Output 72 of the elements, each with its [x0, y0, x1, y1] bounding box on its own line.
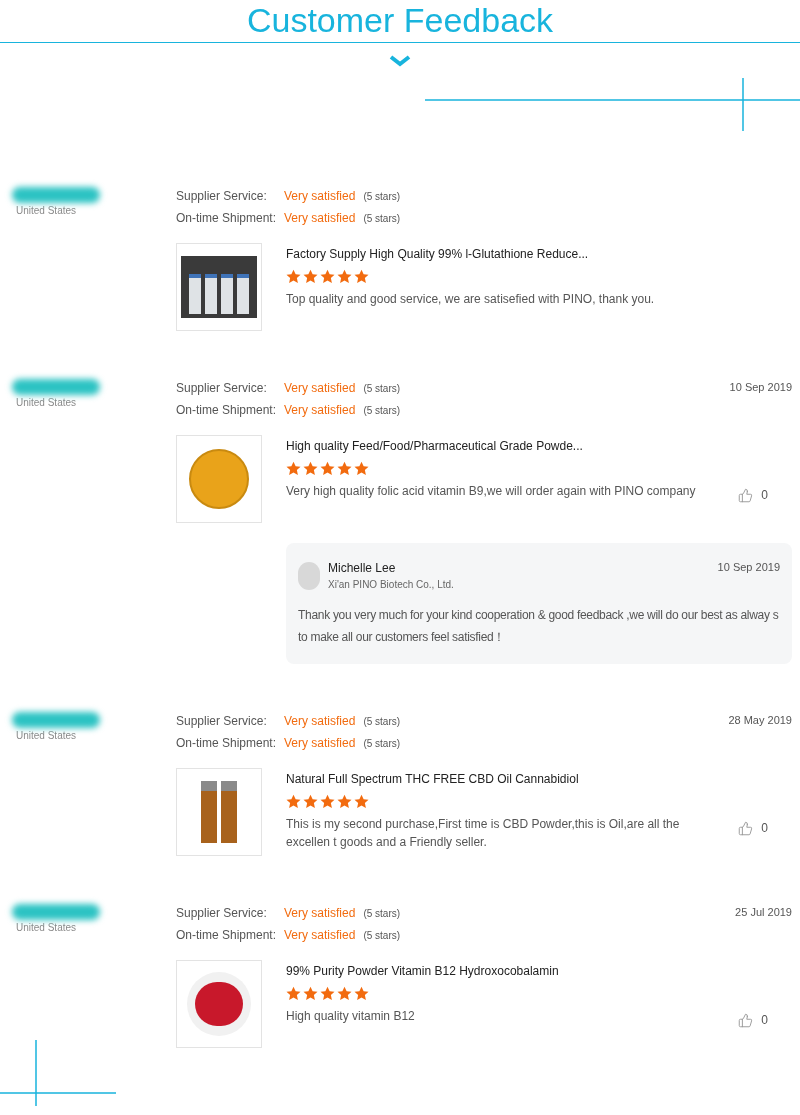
star-icon: [337, 986, 352, 1001]
star-icon: [303, 461, 318, 476]
rating-value: Very satisfied: [284, 735, 356, 752]
customer-country: United States: [15, 396, 78, 410]
star-icon: [286, 461, 301, 476]
star-icon: [337, 269, 352, 284]
rating-note: (5 stars): [363, 907, 401, 921]
review-comment: Very high quality folic acid vitamin B9,we will order again with PINO company: [286, 483, 696, 500]
star-icon: [303, 986, 318, 1001]
rating-value: Very satisfied: [284, 402, 356, 419]
star-icon: [320, 461, 335, 476]
star-icon: [303, 269, 318, 284]
reply-text: Thank you very much for your kind cooperation & good feedback ,we will do our best as alway s to make all our customers feel satisfied！: [298, 607, 780, 646]
rating-note: (5 stars): [363, 190, 401, 204]
reply-company: Xi'an PINO Biotech Co., Ltd.: [328, 578, 454, 592]
page-title: Customer Feedback: [246, 0, 554, 40]
rating-value: Very satisfied: [284, 713, 356, 730]
reply-date: 10 Sep 2019: [717, 560, 780, 575]
avatar: [298, 561, 320, 590]
rating-label: Supplier Service:: [176, 380, 268, 397]
review-comment: Top quality and good service, we are satisefied with PINO, thank you.: [286, 291, 655, 308]
star-icon: [354, 269, 369, 284]
star-icon: [337, 794, 352, 809]
review-date: 25 Jul 2019: [735, 905, 792, 920]
rating-note: (5 stars): [363, 929, 401, 943]
review-date: 28 May 2019: [728, 713, 792, 728]
rating-value: Very satisfied: [284, 905, 356, 922]
like-count: 0: [761, 820, 768, 837]
customer-country: United States: [15, 921, 78, 935]
like-count: 0: [761, 1012, 768, 1029]
rating-label: Supplier Service:: [176, 188, 268, 205]
rating-value: Very satisfied: [284, 380, 356, 397]
product-title: 99% Purity Powder Vitamin B12 Hydroxocobalamin: [286, 963, 560, 980]
customer-country: United States: [15, 729, 78, 743]
thumbs-up-icon[interactable]: [738, 820, 754, 836]
rating-note: (5 stars): [363, 382, 401, 396]
chevron-down-icon: [389, 55, 411, 67]
rating-note: (5 stars): [363, 404, 401, 418]
review-comment: This is my second purchase,First time is CBD Powder,this is Oil,are all the excellen t goods and a Friendly seller.: [286, 816, 681, 851]
star-icon: [354, 986, 369, 1001]
rating-label: Supplier Service:: [176, 905, 268, 922]
star-icon: [320, 986, 335, 1001]
rating-note: (5 stars): [363, 212, 401, 226]
star-icon: [286, 794, 301, 809]
rating-label: On-time Shipment:: [176, 927, 278, 944]
product-title: Natural Full Spectrum THC FREE CBD Oil Cannabidiol: [286, 771, 580, 788]
rating-note: (5 stars): [363, 715, 401, 729]
review-comment: High quality vitamin B12: [286, 1008, 415, 1025]
rating-note: (5 stars): [363, 737, 401, 751]
product-title: High quality Feed/Food/Pharmaceutical Grade Powde...: [286, 438, 584, 455]
star-icon: [354, 794, 369, 809]
review-date: 10 Sep 2019: [729, 380, 792, 395]
star-icon: [286, 986, 301, 1001]
reply-author: Michelle Lee: [328, 560, 397, 577]
customer-country: United States: [15, 204, 78, 218]
rating-label: On-time Shipment:: [176, 210, 278, 227]
thumbs-up-icon[interactable]: [738, 487, 754, 503]
star-icon: [320, 794, 335, 809]
like-count: 0: [761, 487, 768, 504]
rating-label: Supplier Service:: [176, 713, 268, 730]
product-title: Factory Supply High Quality 99% l-Glutathione Reduce...: [286, 246, 590, 263]
rating-value: Very satisfied: [284, 188, 356, 205]
star-icon: [337, 461, 352, 476]
thumbs-up-icon[interactable]: [738, 1012, 754, 1028]
rating-label: On-time Shipment:: [176, 735, 278, 752]
star-icon: [354, 461, 369, 476]
rating-label: On-time Shipment:: [176, 402, 278, 419]
star-icon: [320, 269, 335, 284]
star-icon: [286, 269, 301, 284]
rating-value: Very satisfied: [284, 927, 356, 944]
rating-value: Very satisfied: [284, 210, 356, 227]
star-icon: [303, 794, 318, 809]
